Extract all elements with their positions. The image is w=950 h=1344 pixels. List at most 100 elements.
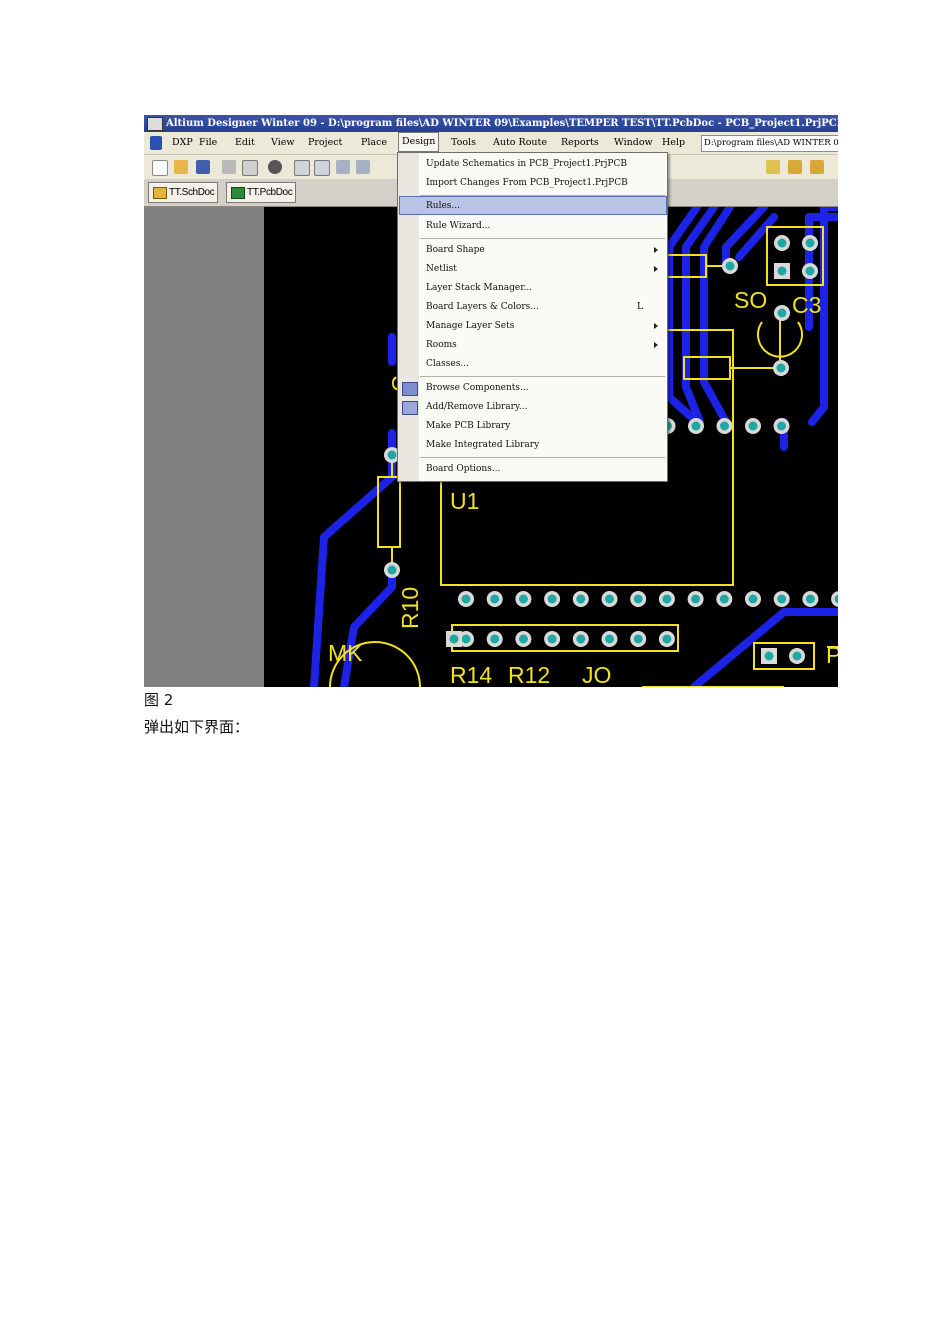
label-p: P — [826, 642, 838, 668]
label-u1: U1 — [450, 488, 479, 514]
zoom-fit-icon[interactable] — [294, 160, 310, 176]
pad-hole — [805, 594, 815, 604]
menu-item-make-pcb-library[interactable]: Make PCB Library — [426, 417, 510, 435]
print-preview-icon[interactable] — [242, 160, 258, 176]
menu-view[interactable]: View — [271, 132, 295, 154]
label-mk: MK — [328, 640, 363, 666]
pad-hole — [777, 238, 787, 248]
route-icon[interactable] — [766, 160, 780, 174]
label-r10: R10 — [397, 587, 423, 629]
pad-hole — [776, 363, 786, 373]
path-field[interactable]: D:\program files\AD WINTER 09 — [701, 135, 838, 152]
menu-item-netlist[interactable]: Netlist — [426, 260, 457, 278]
label-j0: JO — [582, 662, 611, 687]
menu-help[interactable]: Help — [662, 132, 685, 154]
cross-probe-icon[interactable] — [356, 160, 370, 174]
place-arc-icon[interactable] — [810, 160, 824, 174]
menu-auto-route[interactable]: Auto Route — [493, 132, 547, 154]
save-icon[interactable] — [196, 160, 210, 174]
pad-hole — [662, 594, 672, 604]
label-r14: R14 — [450, 662, 492, 687]
pad-hole — [792, 651, 802, 661]
submenu-arrow-icon — [654, 247, 658, 253]
menu-separator — [420, 195, 665, 196]
menu-project[interactable]: Project — [308, 132, 342, 154]
altium-app-icon — [147, 117, 163, 131]
menu-item-make-integrated-library[interactable]: Make Integrated Library — [426, 436, 539, 454]
pad-hole — [387, 450, 397, 460]
menu-separator — [420, 457, 665, 458]
print-icon[interactable] — [222, 160, 236, 174]
menu-item-board-shape[interactable]: Board Shape — [426, 241, 485, 259]
tab-schdoc[interactable]: TT.SchDoc — [148, 182, 219, 203]
menu-item-board-options[interactable]: Board Options... — [426, 460, 500, 478]
menu-item-manage-layer-sets[interactable]: Manage Layer Sets — [426, 317, 514, 335]
menu-item-add-remove-library[interactable]: Add/Remove Library... — [426, 398, 527, 416]
pad-hole — [777, 308, 787, 318]
pad-hole — [691, 594, 701, 604]
browse-components-icon — [402, 382, 418, 396]
pad-hole — [725, 261, 735, 271]
pad-hole — [449, 634, 459, 644]
tool-icon[interactable] — [336, 160, 350, 174]
menu-dxp[interactable]: DXP — [172, 132, 193, 154]
pad-hole — [662, 634, 672, 644]
pad-hole — [605, 634, 614, 644]
pad-hole — [777, 421, 786, 431]
open-folder-icon[interactable] — [174, 160, 188, 174]
pad-hole — [387, 565, 397, 575]
menu-design[interactable]: Design — [398, 132, 440, 152]
pad-hole — [748, 594, 758, 604]
menu-file[interactable]: File — [199, 132, 217, 154]
menu-place[interactable]: Place — [361, 132, 387, 154]
design-dropdown-menu: Update Schematics in PCB_Project1.PrjPCB… — [397, 152, 668, 482]
menu-window[interactable]: Window — [614, 132, 653, 154]
altium-screenshot: Altium Designer Winter 09 - D:\program f… — [144, 115, 838, 687]
submenu-arrow-icon — [654, 342, 658, 348]
tab-schdoc-label: TT.SchDoc — [169, 187, 215, 198]
pad-hole — [490, 594, 500, 604]
pad-hole — [691, 421, 701, 431]
new-file-icon[interactable] — [152, 160, 168, 176]
shortcut-label: L — [637, 302, 643, 312]
menu-item-import-changes[interactable]: Import Changes From PCB_Project1.PrjPCB — [426, 174, 628, 192]
zoom-area-icon[interactable] — [314, 160, 330, 176]
menu-item-rule-wizard[interactable]: Rule Wizard... — [426, 217, 490, 235]
left-panel — [144, 207, 264, 687]
menu-item-board-layers-colors[interactable]: Board Layers & Colors... — [426, 298, 539, 316]
pad-hole — [805, 238, 815, 248]
pad-hole — [777, 266, 787, 276]
pcb-doc-icon — [231, 187, 245, 199]
pad-hole — [576, 634, 586, 644]
menu-item-browse-components[interactable]: Browse Components... — [426, 379, 529, 397]
layers-icon[interactable] — [268, 160, 282, 174]
window-title: Altium Designer Winter 09 - D:\program f… — [166, 118, 838, 129]
pad-hole — [547, 594, 557, 604]
menu-item-update-schematics[interactable]: Update Schematics in PCB_Project1.PrjPCB — [426, 155, 627, 173]
body-paragraph: 弹出如下界面： — [144, 718, 250, 736]
menu-reports[interactable]: Reports — [561, 132, 599, 154]
menu-edit[interactable]: Edit — [235, 132, 255, 154]
menu-item-classes[interactable]: Classes... — [426, 355, 469, 373]
pad-hole — [633, 594, 643, 604]
menu-separator — [420, 238, 665, 239]
menu-tools[interactable]: Tools — [451, 132, 476, 154]
figure-caption: 图 2 — [144, 691, 174, 709]
menu-item-rules[interactable]: Rules... — [426, 197, 460, 215]
pad-hole — [576, 594, 586, 604]
menu-item-rooms[interactable]: Rooms — [426, 336, 457, 354]
pad-hole — [764, 651, 774, 661]
pad-hole — [605, 594, 614, 604]
window-titlebar: Altium Designer Winter 09 - D:\program f… — [144, 115, 838, 132]
dxp-icon — [150, 136, 162, 150]
label-s0: SO — [734, 287, 767, 313]
tab-pcbdoc[interactable]: TT.PcbDoc — [226, 182, 297, 203]
interactive-route-icon[interactable] — [788, 160, 802, 174]
pad-hole — [518, 634, 528, 644]
label-r12: R12 — [508, 662, 550, 687]
submenu-arrow-icon — [654, 323, 658, 329]
menu-item-layer-stack-manager[interactable]: Layer Stack Manager... — [426, 279, 532, 297]
pad-hole — [518, 594, 528, 604]
pad-hole — [748, 421, 758, 431]
pad-hole — [490, 634, 500, 644]
